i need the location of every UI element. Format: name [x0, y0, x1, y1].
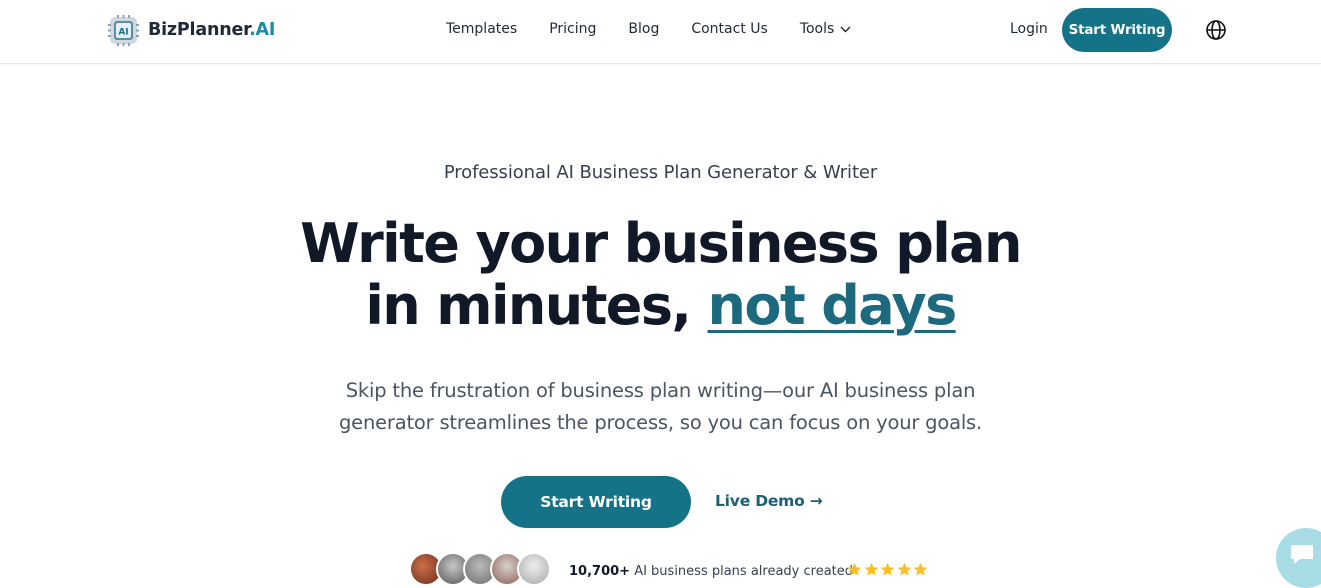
site-header: AI BizPlanner.AI Templates Pricing Blog … [0, 0, 1321, 64]
star-icon [864, 562, 878, 576]
star-icon [880, 562, 895, 576]
star-icon [847, 562, 862, 576]
plans-count-label: AI business plans already created [630, 564, 854, 579]
headline-line-2-prefix: in minutes, [365, 274, 708, 337]
chat-widget-button[interactable] [1276, 528, 1321, 588]
star-icon [913, 562, 928, 576]
nav-blog[interactable]: Blog [628, 21, 659, 37]
user-avatars [409, 552, 554, 586]
main-nav: Templates Pricing Blog Contact Us Tools [446, 21, 851, 37]
headline-highlight: not days [707, 274, 957, 337]
brand-name: BizPlanner.AI [148, 20, 275, 40]
chevron-down-icon [840, 26, 851, 32]
globe-icon[interactable] [1205, 19, 1227, 41]
nav-tools-label: Tools [799, 21, 835, 37]
hero-eyebrow: Professional AI Business Plan Generator … [443, 162, 878, 183]
header-start-writing-button[interactable]: Start Writing [1062, 8, 1172, 52]
live-demo-link[interactable]: Live Demo → [715, 492, 823, 510]
brand-name-main: BizPlanner [148, 20, 250, 40]
nav-contact-us[interactable]: Contact Us [691, 21, 767, 37]
subtext-line-1: Skip the frustration of business plan wr… [345, 379, 976, 402]
hero-headline: Write your business plan in minutes, not… [0, 213, 1321, 337]
hero-start-writing-button[interactable]: Start Writing [501, 476, 691, 528]
subtext-line-2: generator streamlines the process, so yo… [338, 411, 983, 434]
rating-stars [847, 562, 930, 577]
chat-bubble-icon [1291, 545, 1313, 564]
nav-tools-dropdown[interactable]: Tools [800, 21, 852, 37]
hero-subtext: Skip the frustration of business plan wr… [0, 375, 1321, 439]
brand-name-suffix: .AI [249, 20, 276, 40]
social-proof-text: 10,700+ AI business plans already create… [569, 564, 853, 579]
chip-logo-icon: AI [108, 14, 139, 46]
svg-text:AI: AI [118, 27, 128, 37]
nav-templates[interactable]: Templates [446, 21, 517, 37]
brand-logo[interactable]: AI BizPlanner.AI [108, 14, 275, 46]
login-link[interactable]: Login [1010, 21, 1048, 37]
headline-line-1: Write your business plan [300, 212, 1022, 275]
avatar [517, 552, 551, 586]
plans-count: 10,700+ [569, 564, 631, 579]
star-icon [897, 562, 911, 576]
nav-pricing[interactable]: Pricing [549, 21, 596, 37]
